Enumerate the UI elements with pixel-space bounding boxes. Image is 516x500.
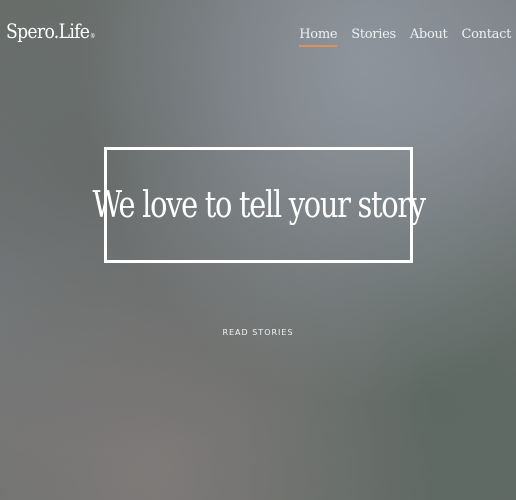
nav-link-home[interactable]: Home bbox=[299, 27, 337, 42]
hero-section: Spero.Life® Home Stories About Contact W… bbox=[0, 0, 516, 500]
nav-link-contact[interactable]: Contact bbox=[461, 27, 511, 42]
nav-link-stories[interactable]: Stories bbox=[351, 27, 396, 42]
hero-headline: We love to tell your story bbox=[92, 184, 426, 226]
headline-frame: We love to tell your story bbox=[92, 147, 426, 263]
cta-container: READ STORIES bbox=[0, 320, 516, 339]
brand-name: Spero.Life bbox=[6, 19, 90, 43]
site-logo[interactable]: Spero.Life® bbox=[6, 19, 95, 43]
nav-list: Home Stories About Contact bbox=[285, 23, 511, 42]
nav-link-about[interactable]: About bbox=[410, 27, 448, 42]
registered-mark: ® bbox=[90, 33, 95, 40]
read-stories-link[interactable]: READ STORIES bbox=[222, 328, 293, 337]
